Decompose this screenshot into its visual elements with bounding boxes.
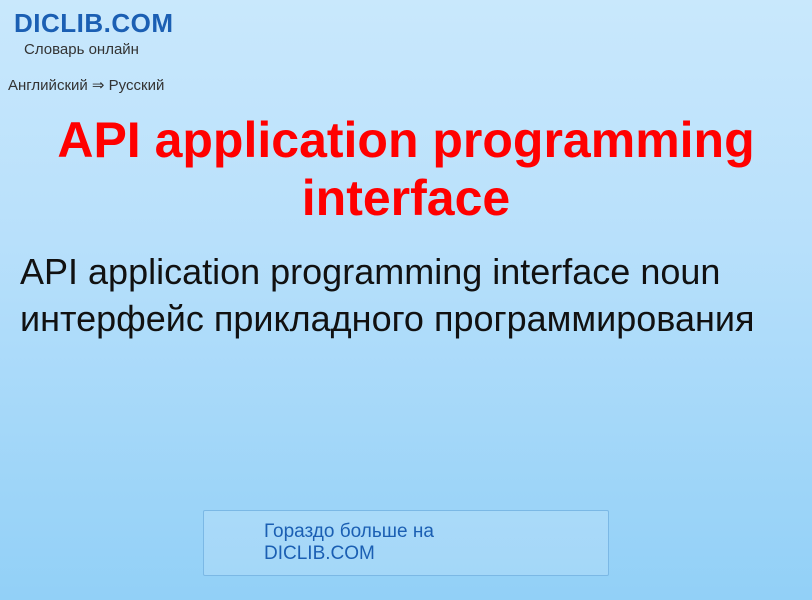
main-content: API application programming interface AP… xyxy=(0,94,812,343)
site-header: DICLIB.COM Словарь онлайн xyxy=(0,0,812,62)
breadcrumb[interactable]: Английский ⇒ Русский xyxy=(0,68,812,94)
site-tagline: Словарь онлайн xyxy=(24,41,798,58)
more-link[interactable]: Гораздо больше на DICLIB.COM xyxy=(264,521,434,564)
footer-promo-box[interactable]: Гораздо больше на DICLIB.COM xyxy=(203,510,609,576)
entry-title: API application programming interface xyxy=(20,112,792,227)
site-title[interactable]: DICLIB.COM xyxy=(14,8,798,39)
entry-definition: API application programming interface no… xyxy=(20,249,792,343)
